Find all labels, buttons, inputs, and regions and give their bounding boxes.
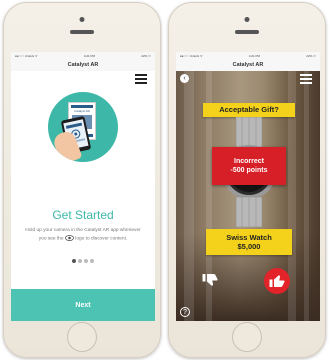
home-button (67, 322, 97, 352)
catalyst-eye-logo-icon (65, 234, 74, 241)
result-line2: -500 points (230, 167, 268, 174)
thumbs-down-icon[interactable] (198, 268, 222, 292)
instructions-text: Hold up your camera in the Catalyst AR a… (25, 228, 141, 242)
menu-bar (11, 71, 155, 87)
question-banner: Acceptable Gift? (203, 103, 295, 117)
page-dot-active (72, 259, 76, 263)
incorrect-result-badge: Incorrect -500 points (212, 147, 286, 185)
status-battery: 22% ▭ (306, 53, 316, 58)
page-dot (90, 259, 94, 263)
app-title: Catalyst AR (67, 62, 99, 68)
item-price: $5,000 (237, 242, 261, 251)
status-time: 4:21 PM (83, 53, 96, 58)
result-line1: Incorrect (234, 158, 264, 165)
hamburger-menu-icon[interactable] (135, 74, 147, 84)
item-label-banner: Swiss Watch $5,000 (206, 229, 292, 255)
status-bar: ●●○○○ Unlock ᯤ 4:21 PM 22% ▭ (176, 52, 320, 59)
app-title: Catalyst AR (232, 62, 264, 68)
status-time: 4:21 PM (248, 53, 261, 58)
help-icon[interactable]: ? (180, 307, 190, 317)
status-bar: ●●○○○ Unlock ᯤ 4:21 PM 22% ▭ (11, 52, 155, 59)
page-dot (84, 259, 88, 263)
front-camera (244, 17, 250, 22)
hamburger-menu-icon[interactable] (300, 74, 312, 84)
right-phone: ●●○○○ Unlock ᯤ 4:21 PM 22% ▭ Catalyst AR… (168, 2, 326, 358)
home-button (232, 322, 262, 352)
status-carrier: ●●○○○ Unlock ᯤ (15, 53, 38, 58)
status-carrier: ●●○○○ Unlock ᯤ (180, 53, 203, 58)
right-phone-screen: ●●○○○ Unlock ᯤ 4:21 PM 22% ▭ Catalyst AR… (176, 52, 320, 321)
page-indicator (11, 259, 155, 263)
speaker-grille (235, 30, 259, 34)
back-arrow-icon[interactable]: ‹ (180, 74, 189, 83)
item-name: Swiss Watch (226, 233, 272, 242)
status-battery: 22% ▭ (141, 53, 151, 58)
onboarding-illustration: Catalyst AR (48, 92, 118, 162)
front-camera (79, 17, 85, 22)
speaker-grille (70, 30, 94, 34)
left-phone-screen: ●●○○○ Unlock ᯤ 4:21 PM 22% ▭ Catalyst AR… (11, 52, 155, 321)
next-button[interactable]: Next (11, 289, 155, 321)
left-phone: ●●○○○ Unlock ᯤ 4:21 PM 22% ▭ Catalyst AR… (3, 2, 161, 358)
get-started-heading: Get Started (52, 208, 114, 222)
thumbs-up-icon[interactable] (264, 268, 290, 294)
instructions-part2: logo to discover content. (75, 235, 128, 241)
brochure-logo-text: Catalyst AR (74, 109, 90, 113)
page-dot (78, 259, 82, 263)
